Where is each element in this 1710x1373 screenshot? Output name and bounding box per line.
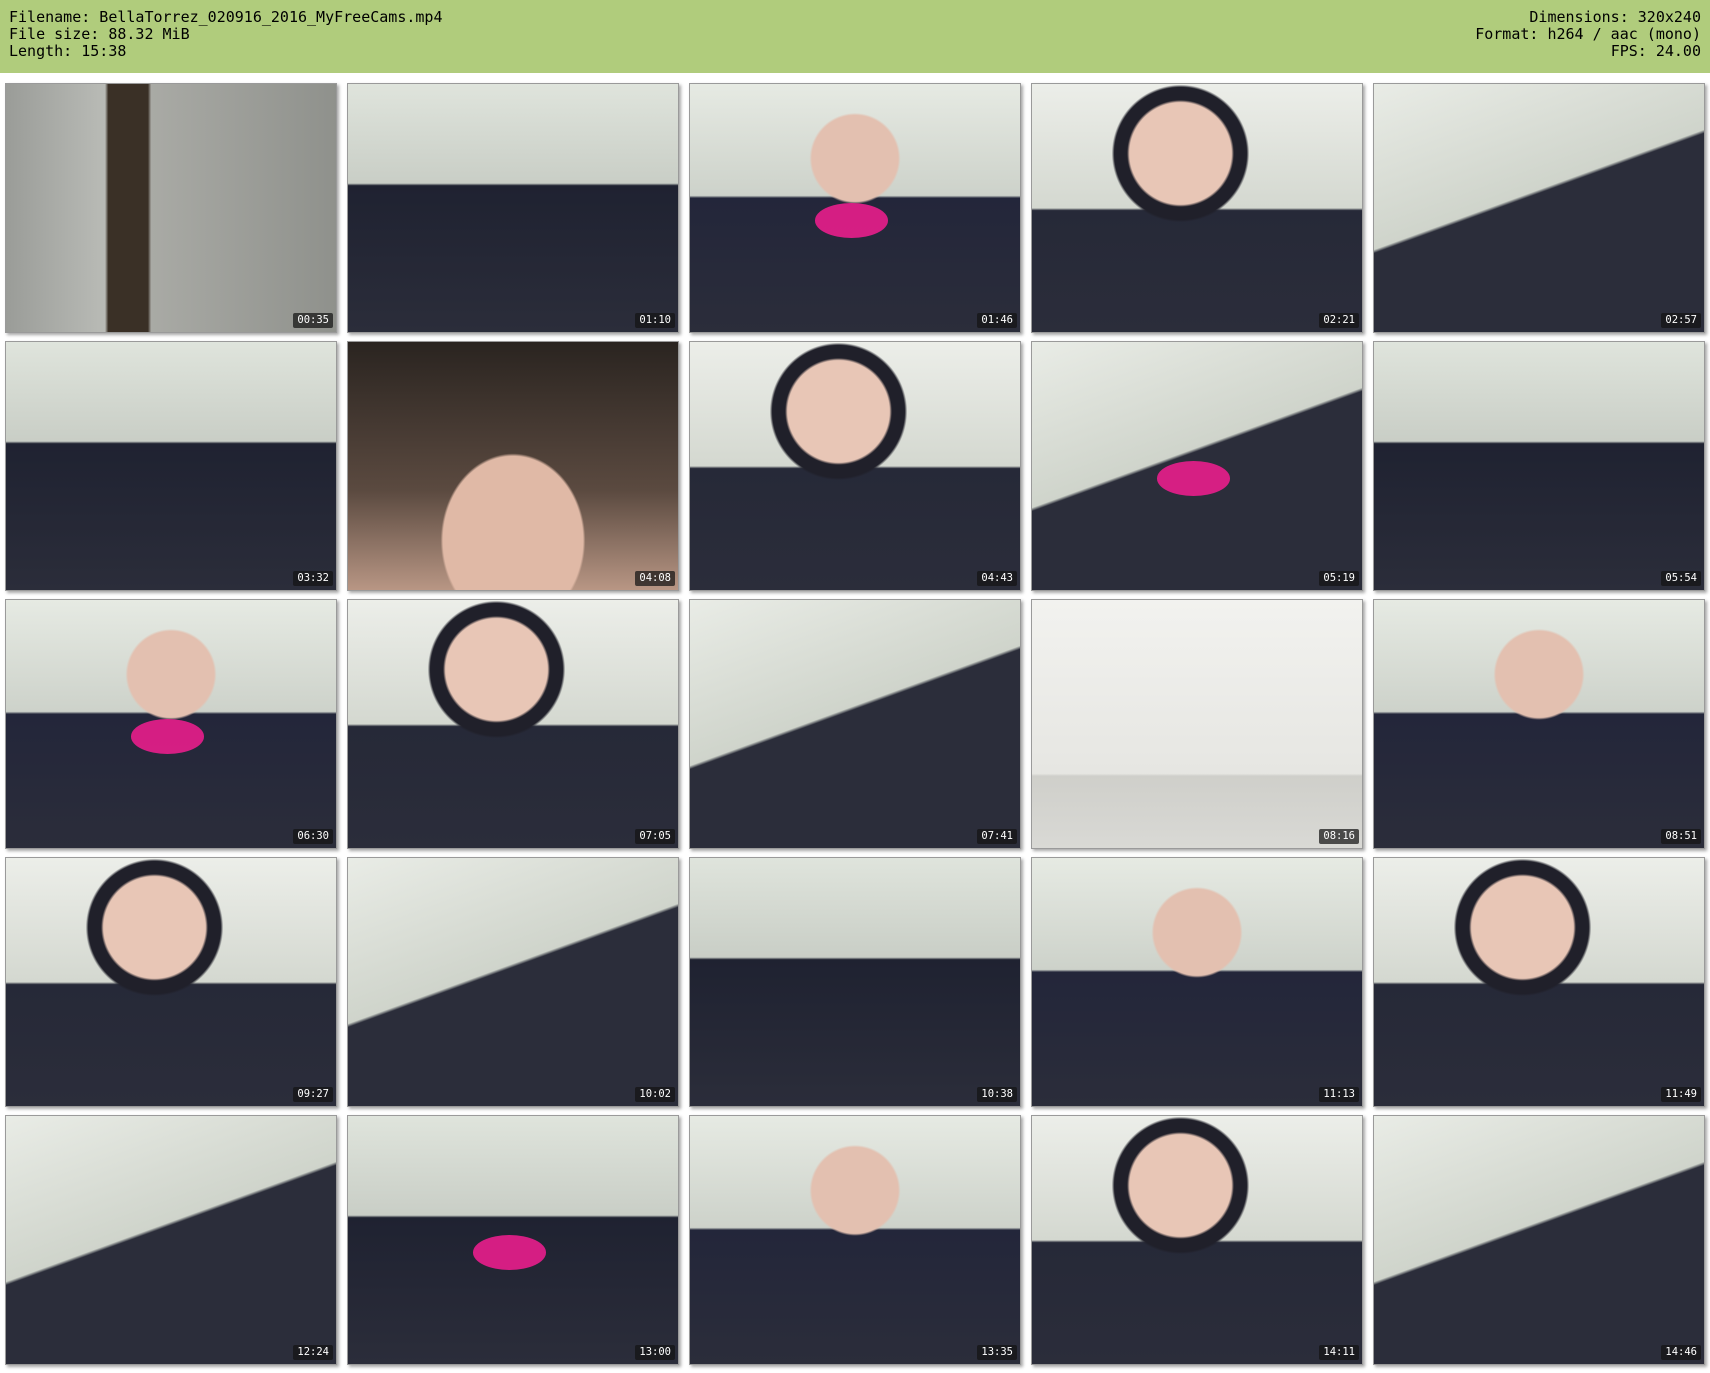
thumbnail-frame-image — [690, 342, 1020, 590]
timestamp-label: 05:54 — [1661, 571, 1701, 586]
thumbnail-grid: 00:35 01:10 01:46 02:21 02:57 03:32 04:08 04:43… — [5, 83, 1705, 1365]
timestamp-label: 02:57 — [1661, 313, 1701, 328]
thumbnail-frame-image — [348, 342, 678, 590]
video-thumbnail[interactable]: 01:46 — [689, 83, 1021, 333]
pink-object-shape — [473, 1235, 546, 1270]
thumbnail-frame-image — [6, 858, 336, 1106]
thumbnail-frame-image — [1032, 84, 1362, 332]
video-thumbnail[interactable]: 02:57 — [1373, 83, 1705, 333]
video-thumbnail[interactable]: 10:38 — [689, 857, 1021, 1107]
thumbnail-frame-image — [1032, 858, 1362, 1106]
video-thumbnail[interactable]: 02:21 — [1031, 83, 1363, 333]
timestamp-label: 08:51 — [1661, 829, 1701, 844]
video-thumbnail[interactable]: 07:05 — [347, 599, 679, 849]
pink-object-shape — [131, 719, 204, 754]
timestamp-label: 07:41 — [977, 829, 1017, 844]
filesize-text: File size: 88.32 MiB — [9, 25, 190, 43]
dimensions-text: Dimensions: 320x240 — [1529, 8, 1701, 26]
video-thumbnail[interactable]: 08:51 — [1373, 599, 1705, 849]
timestamp-label: 13:00 — [635, 1345, 675, 1360]
timestamp-label: 04:08 — [635, 571, 675, 586]
video-thumbnail[interactable]: 05:19 — [1031, 341, 1363, 591]
thumbnail-frame-image — [1374, 858, 1704, 1106]
format-text: Format: h264 / aac (mono) — [1475, 25, 1701, 43]
length-text: Length: 15:38 — [9, 42, 127, 60]
video-thumbnail[interactable]: 07:41 — [689, 599, 1021, 849]
video-thumbnail[interactable]: 01:10 — [347, 83, 679, 333]
video-thumbnail[interactable]: 13:35 — [689, 1115, 1021, 1365]
video-thumbnail[interactable]: 00:35 — [5, 83, 337, 333]
video-thumbnail[interactable]: 06:30 — [5, 599, 337, 849]
thumbnail-frame-image — [690, 1116, 1020, 1364]
thumbnail-frame-image — [348, 84, 678, 332]
thumbnail-frame-image — [348, 600, 678, 848]
video-thumbnail[interactable]: 05:54 — [1373, 341, 1705, 591]
thumbnail-frame-image — [690, 858, 1020, 1106]
thumbnail-frame-image — [6, 84, 336, 332]
fps-text: FPS: 24.00 — [1610, 42, 1701, 60]
timestamp-label: 12:24 — [293, 1345, 333, 1360]
timestamp-label: 13:35 — [977, 1345, 1017, 1360]
video-thumbnail[interactable]: 14:11 — [1031, 1115, 1363, 1365]
thumbnail-frame-image — [1374, 600, 1704, 848]
video-thumbnail[interactable]: 11:49 — [1373, 857, 1705, 1107]
pink-object-shape — [815, 203, 888, 238]
thumbnail-frame-image — [348, 858, 678, 1106]
video-thumbnail[interactable]: 14:46 — [1373, 1115, 1705, 1365]
timestamp-label: 02:21 — [1319, 313, 1359, 328]
metadata-header: Filename: BellaTorrez_020916_2016_MyFree… — [0, 0, 1710, 73]
timestamp-label: 08:16 — [1319, 829, 1359, 844]
video-thumbnail[interactable]: 11:13 — [1031, 857, 1363, 1107]
timestamp-label: 10:38 — [977, 1087, 1017, 1102]
timestamp-label: 10:02 — [635, 1087, 675, 1102]
filename-text: Filename: BellaTorrez_020916_2016_MyFree… — [9, 8, 443, 26]
video-thumbnail[interactable]: 04:43 — [689, 341, 1021, 591]
thumbnail-frame-image — [6, 342, 336, 590]
timestamp-label: 14:11 — [1319, 1345, 1359, 1360]
thumbnail-frame-image — [6, 1116, 336, 1364]
thumbnail-frame-image — [1374, 1116, 1704, 1364]
pink-object-shape — [1157, 461, 1230, 496]
timestamp-label: 03:32 — [293, 571, 333, 586]
thumbnail-frame-image — [1032, 1116, 1362, 1364]
video-thumbnail[interactable]: 03:32 — [5, 341, 337, 591]
thumbnail-frame-image — [1374, 342, 1704, 590]
timestamp-label: 14:46 — [1661, 1345, 1701, 1360]
video-thumbnail[interactable]: 08:16 — [1031, 599, 1363, 849]
timestamp-label: 07:05 — [635, 829, 675, 844]
metadata-left: Filename: BellaTorrez_020916_2016_MyFree… — [9, 9, 442, 60]
timestamp-label: 05:19 — [1319, 571, 1359, 586]
timestamp-label: 01:10 — [635, 313, 675, 328]
timestamp-label: 00:35 — [293, 313, 333, 328]
thumbnail-frame-image — [690, 600, 1020, 848]
video-thumbnail[interactable]: 12:24 — [5, 1115, 337, 1365]
timestamp-label: 06:30 — [293, 829, 333, 844]
thumbnail-frame-image — [1374, 84, 1704, 332]
video-thumbnail[interactable]: 10:02 — [347, 857, 679, 1107]
timestamp-label: 11:13 — [1319, 1087, 1359, 1102]
timestamp-label: 11:49 — [1661, 1087, 1701, 1102]
metadata-right: Dimensions: 320x240 Format: h264 / aac (… — [1475, 9, 1701, 60]
video-thumbnail[interactable]: 13:00 — [347, 1115, 679, 1365]
video-thumbnail[interactable]: 09:27 — [5, 857, 337, 1107]
thumbnail-frame-image — [1032, 600, 1362, 848]
video-thumbnail[interactable]: 04:08 — [347, 341, 679, 591]
timestamp-label: 01:46 — [977, 313, 1017, 328]
timestamp-label: 04:43 — [977, 571, 1017, 586]
timestamp-label: 09:27 — [293, 1087, 333, 1102]
